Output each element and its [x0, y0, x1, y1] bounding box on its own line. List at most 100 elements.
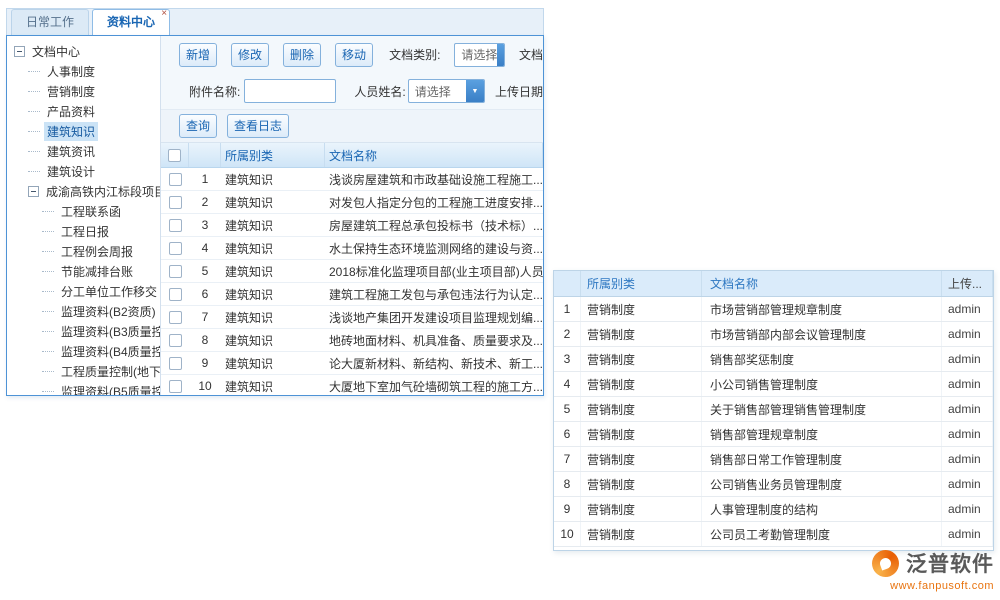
table-row[interactable]: 3 建筑知识 房屋建筑工程总承包投标书（技术标）... [161, 214, 543, 237]
table-row[interactable]: 9 建筑知识 论大厦新材料、新结构、新技术、新工... [161, 352, 543, 375]
table-header: 所属别类 文档名称 [161, 143, 543, 168]
cell-category: 建筑知识 [221, 286, 325, 303]
table-row[interactable]: 9 营销制度 人事管理制度的结构 admin [554, 497, 993, 522]
tree-node[interactable]: 工程质量控制(地下室) [7, 361, 160, 381]
cell-category: 营销制度 [581, 522, 702, 546]
tree-node[interactable]: 分工单位工作移交 [7, 281, 160, 301]
cell-uploader: admin [942, 297, 993, 321]
header-docname: 文档名称 [325, 143, 543, 167]
tab-data-center[interactable]: 资料中心 × [92, 9, 170, 35]
table-row[interactable]: 7 营销制度 销售部日常工作管理制度 admin [554, 447, 993, 472]
tree-node[interactable]: 节能减排台账 [7, 261, 160, 281]
tree-node[interactable]: 成渝高铁内江标段项目 [7, 181, 160, 201]
row-checkbox[interactable] [169, 380, 182, 393]
tree-node-label: 节能减排台账 [58, 262, 136, 281]
row-checkbox[interactable] [169, 334, 182, 347]
cell-category: 建筑知识 [221, 309, 325, 326]
tree-node[interactable]: 工程日报 [7, 221, 160, 241]
tree-node[interactable]: 营销制度 [7, 81, 160, 101]
table-row[interactable]: 3 营销制度 销售部奖惩制度 admin [554, 347, 993, 372]
table-row[interactable]: 2 建筑知识 对发包人指定分包的工程施工进度安排... [161, 191, 543, 214]
table-row[interactable]: 4 建筑知识 水土保持生态环境监测网络的建设与资... [161, 237, 543, 260]
tree-node[interactable]: 工程联系函 [7, 201, 160, 221]
table-row[interactable]: 6 营销制度 销售部管理规章制度 admin [554, 422, 993, 447]
tree-branch-icon [42, 331, 54, 332]
row-checkbox[interactable] [169, 219, 182, 232]
toolbar: 新增 修改 删除 移动 文档类别: 请选择 ▼ 文档 [161, 36, 543, 73]
tab-bar: 日常工作 资料中心 × [6, 8, 544, 35]
row-checkbox[interactable] [169, 288, 182, 301]
tree-branch-icon [42, 271, 54, 272]
cell-uploader: admin [942, 497, 993, 521]
table-row[interactable]: 4 营销制度 小公司销售管理制度 admin [554, 372, 993, 397]
table-row[interactable]: 8 建筑知识 地砖地面材料、机具准备、质量要求及... [161, 329, 543, 352]
doc-type-select[interactable]: 请选择 ▼ [454, 43, 505, 67]
document-table: 所属别类 文档名称 1 建筑知识 浅谈房屋建筑和市政基础设施工程施工... [161, 143, 543, 395]
tree-node[interactable]: 建筑知识 [7, 121, 160, 141]
tree-node[interactable]: 人事制度 [7, 61, 160, 81]
tree-node[interactable]: 文档中心 [7, 41, 160, 61]
cell-category: 建筑知识 [221, 263, 325, 280]
row-checkbox[interactable] [169, 265, 182, 278]
modify-button[interactable]: 修改 [231, 43, 269, 67]
tree-node[interactable]: 监理资料(B3质量控制) [7, 321, 160, 341]
tree-node[interactable]: 工程例会周报 [7, 241, 160, 261]
cell-uploader: admin [942, 472, 993, 496]
header-category: 所属别类 [581, 271, 702, 296]
close-icon[interactable]: × [161, 9, 167, 19]
table-row[interactable]: 2 营销制度 市场营销部内部会议管理制度 admin [554, 322, 993, 347]
add-button[interactable]: 新增 [179, 43, 217, 67]
move-button[interactable]: 移动 [335, 43, 373, 67]
row-checkbox[interactable] [169, 357, 182, 370]
cell-number: 2 [189, 195, 221, 209]
tab-daily-work[interactable]: 日常工作 [11, 9, 89, 35]
cell-uploader: admin [942, 322, 993, 346]
delete-button[interactable]: 删除 [283, 43, 321, 67]
tree-node[interactable]: 产品资料 [7, 101, 160, 121]
row-checkbox[interactable] [169, 242, 182, 255]
query-button[interactable]: 查询 [179, 114, 217, 138]
row-checkbox[interactable] [169, 311, 182, 324]
table-row[interactable]: 10 建筑知识 大厦地下室加气砼墙砌筑工程的施工方... [161, 375, 543, 395]
tree-node[interactable]: 监理资料(B4质量控制) [7, 341, 160, 361]
table-row[interactable]: 5 建筑知识 2018标准化监理项目部(业主项目部)人员... [161, 260, 543, 283]
row-checkbox[interactable] [169, 196, 182, 209]
row-checkbox[interactable] [169, 173, 182, 186]
cell-number: 6 [189, 287, 221, 301]
select-all-checkbox[interactable] [168, 149, 181, 162]
tree-node-label: 监理资料(B2资质) [58, 302, 159, 321]
chevron-down-icon[interactable]: ▼ [497, 44, 505, 66]
actions-row: 查询 查看日志 [161, 109, 543, 143]
table-row[interactable]: 5 营销制度 关于销售部管理销售管理制度 admin [554, 397, 993, 422]
cell-uploader: admin [942, 422, 993, 446]
tree-node[interactable]: 监理资料(B2资质) [7, 301, 160, 321]
attachment-input[interactable] [244, 79, 336, 103]
person-label: 人员姓名: [354, 83, 405, 100]
table-row[interactable]: 10 营销制度 公司员工考勤管理制度 admin [554, 522, 993, 547]
tree-node-label: 工程联系函 [58, 202, 124, 221]
view-log-button[interactable]: 查看日志 [227, 114, 289, 138]
cell-docname: 2018标准化监理项目部(业主项目部)人员... [325, 263, 543, 280]
table-row[interactable]: 1 建筑知识 浅谈房屋建筑和市政基础设施工程施工... [161, 168, 543, 191]
cell-category: 营销制度 [581, 297, 702, 321]
tree-node-label: 产品资料 [44, 102, 98, 121]
tree-node[interactable]: 建筑资讯 [7, 141, 160, 161]
screen: 日常工作 资料中心 × 文档中心 人事制度 [0, 0, 1000, 600]
table-row[interactable]: 8 营销制度 公司销售业务员管理制度 admin [554, 472, 993, 497]
upload-date-label: 上传日期 [495, 83, 543, 100]
cell-docname: 市场营销部内部会议管理制度 [702, 322, 942, 346]
tree-branch-icon [42, 351, 54, 352]
tree-node-label: 人事制度 [44, 62, 98, 81]
tree-node[interactable]: 监理资料(B5质量控制) [7, 381, 160, 395]
chevron-down-icon[interactable]: ▼ [466, 80, 484, 102]
filter-row: 附件名称: 人员姓名: 请选择 ▼ 上传日期 [161, 73, 543, 109]
person-select[interactable]: 请选择 ▼ [408, 79, 485, 103]
table-row[interactable]: 1 营销制度 市场营销部管理规章制度 admin [554, 297, 993, 322]
tree-node-label: 工程质量控制(地下室) [58, 362, 161, 381]
tree-node[interactable]: 建筑设计 [7, 161, 160, 181]
table-row[interactable]: 7 建筑知识 浅谈地产集团开发建设项目监理规划编... [161, 306, 543, 329]
marketing-docs-table: 所属别类 文档名称 上传... 1 营销制度 市场营销部管理规章制度 admin… [553, 270, 994, 551]
cell-number: 5 [189, 264, 221, 278]
tab-label: 资料中心 [107, 15, 155, 29]
table-row[interactable]: 6 建筑知识 建筑工程施工发包与承包违法行为认定... [161, 283, 543, 306]
